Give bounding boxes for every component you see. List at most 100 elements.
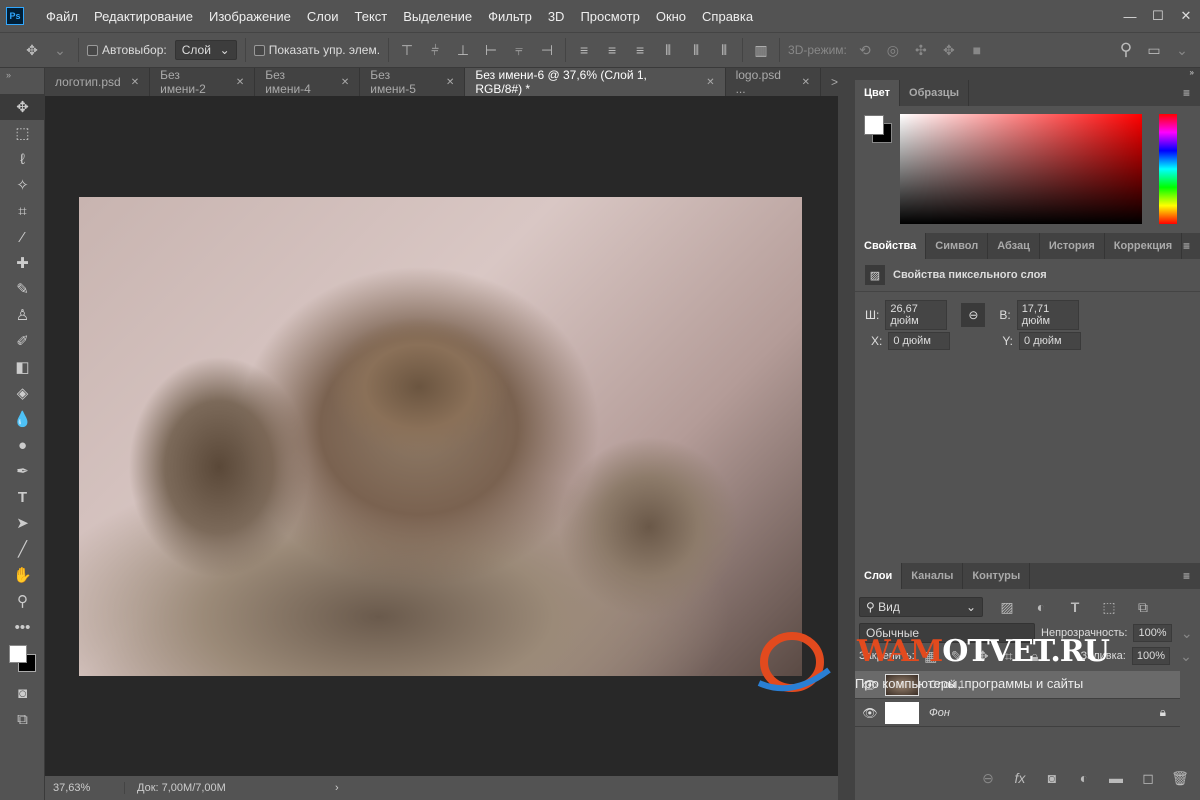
filter-adjustment-icon[interactable]: ◐ xyxy=(1031,599,1051,615)
type-tool-icon[interactable]: T xyxy=(0,484,45,510)
tab-paths[interactable]: Контуры xyxy=(963,563,1031,589)
menu-item[interactable]: Выделение xyxy=(395,9,480,24)
new-layer-icon[interactable]: ◻ xyxy=(1138,770,1158,787)
close-tab-icon[interactable]: ✕ xyxy=(802,77,810,88)
tab-swatches[interactable]: Образцы xyxy=(900,80,969,106)
chevron-down-icon[interactable]: ⌄ xyxy=(50,42,70,59)
document-tab[interactable]: Без имени-4 ✕ xyxy=(255,68,361,96)
camera-3d-icon[interactable]: ■ xyxy=(967,42,987,58)
workspace-icon[interactable]: ▭ xyxy=(1144,42,1164,59)
height-input[interactable]: 17,71 дюйм xyxy=(1016,300,1079,330)
distribute-top-icon[interactable]: ≡ xyxy=(574,42,594,58)
dodge-tool-icon[interactable]: ● xyxy=(0,432,45,458)
align-hcenter-icon[interactable]: ⫧ xyxy=(509,42,529,59)
marquee-tool-icon[interactable]: ⬚ xyxy=(0,120,45,146)
menu-item[interactable]: Просмотр xyxy=(572,9,647,24)
menu-item[interactable]: Файл xyxy=(38,9,86,24)
filter-shape-icon[interactable]: ⬚ xyxy=(1099,599,1119,616)
close-tab-icon[interactable]: ✕ xyxy=(706,77,714,88)
add-mask-icon[interactable]: ◙ xyxy=(1042,770,1062,787)
line-tool-icon[interactable]: ╱ xyxy=(0,536,45,562)
document-tab[interactable]: Без имени-6 @ 37,6% (Слой 1, RGB/8#) * ✕ xyxy=(465,68,726,96)
link-layers-icon[interactable]: ⊖ xyxy=(978,770,998,787)
align-bottom-icon[interactable]: ⊥ xyxy=(453,42,473,59)
delete-layer-icon[interactable]: 🗑︎ xyxy=(1170,770,1190,787)
magic-wand-tool-icon[interactable]: ✧ xyxy=(0,172,45,198)
align-top-icon[interactable]: ⊤ xyxy=(397,42,417,59)
lock-transparency-icon[interactable]: ▦ xyxy=(921,648,941,665)
color-field[interactable] xyxy=(900,114,1142,224)
filter-type-icon[interactable]: T xyxy=(1065,599,1085,615)
align-vcenter-icon[interactable]: ⫩ xyxy=(425,42,445,59)
distribute-vcenter-icon[interactable]: ≡ xyxy=(602,42,622,58)
autoselect-checkbox[interactable]: Автовыбор: xyxy=(87,43,167,57)
eyedropper-tool-icon[interactable]: ⁄ xyxy=(0,224,45,250)
more-tools-icon[interactable]: ••• xyxy=(0,614,45,640)
search-icon[interactable]: ⚲ xyxy=(1116,40,1136,60)
slide-3d-icon[interactable]: ✥ xyxy=(939,42,959,59)
fill-input[interactable]: 100% xyxy=(1131,647,1170,665)
tab-layers[interactable]: Слои xyxy=(855,563,903,589)
close-button[interactable]: ✕ xyxy=(1172,8,1200,24)
close-tab-icon[interactable]: ✕ xyxy=(446,77,454,88)
menu-item[interactable]: Фильтр xyxy=(480,9,540,24)
width-input[interactable]: 26,67 дюйм xyxy=(885,300,948,330)
layer-row[interactable]: 👁︎ Слой 1 xyxy=(855,671,1180,699)
zoom-level[interactable]: 37,63% xyxy=(45,782,125,794)
distribute-bottom-icon[interactable]: ≡ xyxy=(630,42,650,58)
tab-paragraph[interactable]: Абзац xyxy=(988,233,1040,259)
path-selection-tool-icon[interactable]: ➤ xyxy=(0,510,45,536)
autoselect-dropdown[interactable]: Слой ⌄ xyxy=(174,40,237,60)
menu-item[interactable]: Редактирование xyxy=(86,9,201,24)
menu-item[interactable]: Окно xyxy=(648,9,694,24)
lock-all-icon[interactable]: 🔒︎ xyxy=(1025,648,1045,665)
pen-tool-icon[interactable]: ✒ xyxy=(0,458,45,484)
brush-tool-icon[interactable]: ✎ xyxy=(0,276,45,302)
minimize-button[interactable]: — xyxy=(1116,9,1144,24)
y-input[interactable]: 0 дюйм xyxy=(1019,332,1082,350)
close-tab-icon[interactable]: ✕ xyxy=(236,77,244,88)
tab-channels[interactable]: Каналы xyxy=(902,563,964,589)
move-tool-icon[interactable]: ✥ xyxy=(0,94,45,120)
tab-properties[interactable]: Свойства xyxy=(855,233,927,259)
roll-3d-icon[interactable]: ◎ xyxy=(883,42,903,59)
x-input[interactable]: 0 дюйм xyxy=(888,332,951,350)
collapse-icon[interactable]: » xyxy=(0,68,44,94)
eye-icon[interactable]: 👁︎ xyxy=(855,706,885,720)
distribute-hcenter-icon[interactable]: ⦀ xyxy=(686,42,706,59)
menu-item[interactable]: Справка xyxy=(694,9,761,24)
hue-slider[interactable] xyxy=(1159,114,1177,224)
screen-mode-icon[interactable]: ⧉ xyxy=(0,706,45,732)
quick-mask-icon[interactable]: ◙ xyxy=(0,680,45,706)
pan-3d-icon[interactable]: ✣ xyxy=(911,42,931,59)
panel-menu-icon[interactable]: ≡ xyxy=(1183,86,1190,100)
chevron-down-icon[interactable]: ⌄ xyxy=(1178,625,1196,642)
lock-position-icon[interactable]: ✥ xyxy=(973,648,993,665)
auto-align-icon[interactable]: ▥ xyxy=(751,42,771,59)
show-transform-checkbox[interactable]: Показать упр. элем. xyxy=(253,43,380,57)
panel-menu-icon[interactable]: ≡ xyxy=(1183,569,1190,583)
blur-tool-icon[interactable]: 💧 xyxy=(0,406,45,432)
maximize-button[interactable]: ☐ xyxy=(1144,8,1172,24)
lasso-tool-icon[interactable]: ℓ xyxy=(0,146,45,172)
close-tab-icon[interactable]: ✕ xyxy=(131,77,139,88)
foreground-color-swatch[interactable] xyxy=(864,115,884,135)
new-group-icon[interactable]: ▬ xyxy=(1106,770,1126,787)
menu-item[interactable]: 3D xyxy=(540,9,573,24)
distribute-left-icon[interactable]: ⦀ xyxy=(658,42,678,59)
healing-brush-tool-icon[interactable]: ✚ xyxy=(0,250,45,276)
document-tab[interactable]: logo.psd ... ✕ xyxy=(725,68,821,96)
history-brush-tool-icon[interactable]: ✐ xyxy=(0,328,45,354)
eraser-tool-icon[interactable]: ◧ xyxy=(0,354,45,380)
orbit-3d-icon[interactable]: ⟲ xyxy=(855,42,875,59)
menu-item[interactable]: Слои xyxy=(299,9,347,24)
lock-artboard-icon[interactable]: ⌗ xyxy=(999,648,1019,665)
hand-tool-icon[interactable]: ✋ xyxy=(0,562,45,588)
adjustment-layer-icon[interactable]: ◐ xyxy=(1074,770,1094,787)
filter-smart-object-icon[interactable]: ⧉ xyxy=(1133,599,1153,616)
layer-row[interactable]: 👁︎ Фон 🔒︎ xyxy=(855,699,1180,727)
menu-item[interactable]: Изображение xyxy=(201,9,299,24)
link-icon[interactable]: ⊖ xyxy=(961,303,986,327)
document-tab[interactable]: Без имени-5 ✕ xyxy=(360,68,466,96)
distribute-right-icon[interactable]: ⦀ xyxy=(714,42,734,59)
